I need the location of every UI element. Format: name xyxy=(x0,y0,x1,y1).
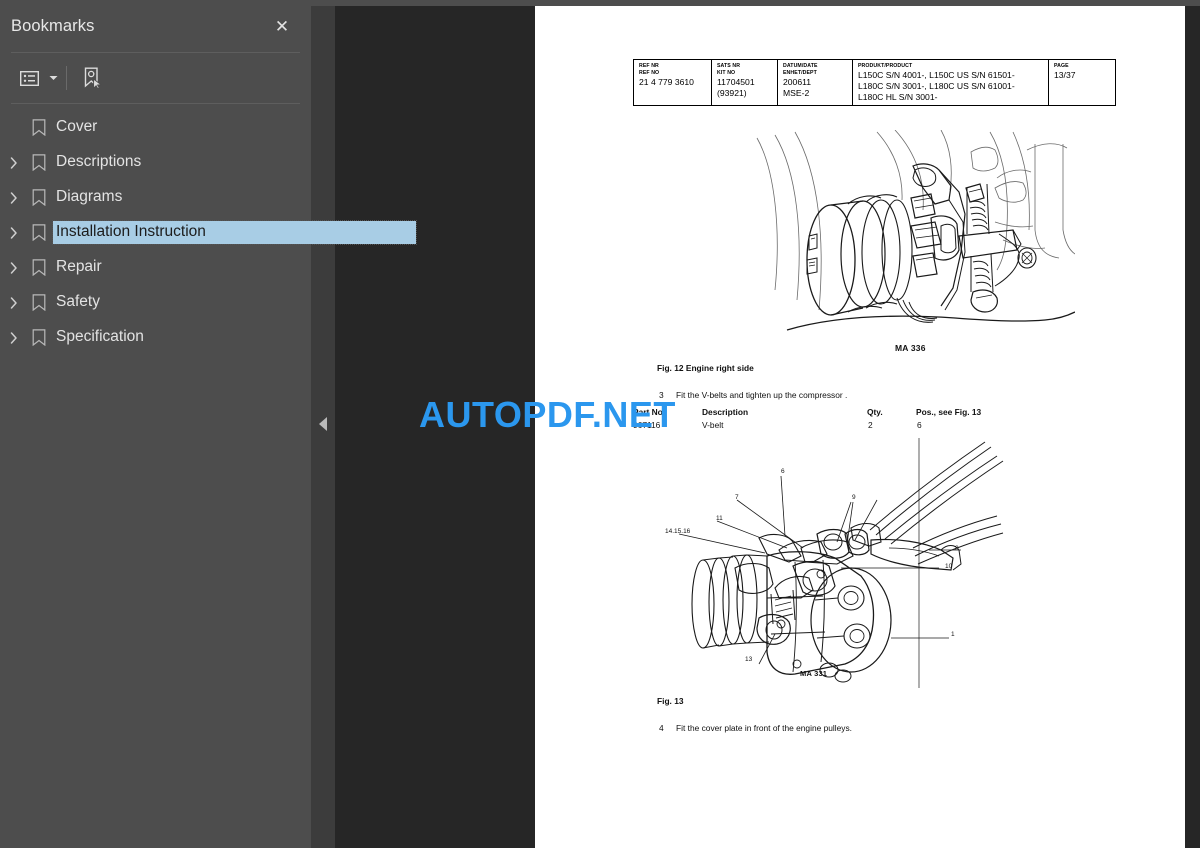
bookmark-item-label: Specification xyxy=(56,328,144,345)
parts-cell-part-no: 967116 xyxy=(633,420,661,430)
callout-1: 1 xyxy=(951,631,955,638)
header-label: PAGE xyxy=(1054,63,1069,69)
parts-header-pos: Pos., see Fig. 13 xyxy=(916,407,982,417)
close-icon[interactable]: ✕ xyxy=(269,13,295,39)
bookmark-item-diagrams[interactable]: Diagrams xyxy=(0,180,311,215)
bookmark-item-label: Cover xyxy=(56,118,98,135)
header-label: ENHET/DEPT xyxy=(783,70,817,76)
document-header-table: REF NR REF NO 21 4 779 3610 SATS NR KIT … xyxy=(633,59,1116,106)
header-label: SATS NR xyxy=(717,63,741,69)
header-value: 21 4 779 3610 xyxy=(639,77,694,87)
triangle-left-icon xyxy=(319,417,327,431)
chevron-right-icon[interactable] xyxy=(3,250,25,285)
bookmark-item-descriptions[interactable]: Descriptions xyxy=(0,145,311,180)
bookmarks-panel-title: Bookmarks xyxy=(11,16,95,35)
bookmark-icon xyxy=(25,285,53,320)
step-4-number: 4 xyxy=(659,723,664,733)
chevron-right-icon[interactable] xyxy=(3,145,25,180)
chevron-right-icon[interactable] xyxy=(3,215,25,250)
header-value: MSE-2 xyxy=(783,88,810,98)
header-cell-kit-no: SATS NR KIT NO 11704501 (93921) xyxy=(712,60,778,105)
header-label: REF NR xyxy=(639,63,659,69)
bookmarks-panel: Bookmarks ✕ Cover Descriptions Diagrams … xyxy=(0,0,417,848)
bookmark-icon xyxy=(25,320,53,355)
bookmark-item-label: Installation Instruction xyxy=(52,220,417,245)
header-label: KIT NO xyxy=(717,70,736,76)
pdf-viewer-window: Bookmarks ✕ Cover Descriptions Diagrams … xyxy=(0,0,1200,848)
header-value: (93921) xyxy=(717,88,747,98)
header-value: 200611 xyxy=(783,77,812,87)
parts-cell-pos: 6 xyxy=(917,420,922,430)
chevron-right-icon[interactable] xyxy=(3,180,25,215)
step-4-text: Fit the cover plate in front of the engi… xyxy=(676,723,852,733)
callout-7: 8 xyxy=(955,545,959,552)
header-value: 11704501 xyxy=(717,77,755,87)
callout-14-15-16: 14.15.16 xyxy=(665,528,691,535)
figure-12-code: MA 336 xyxy=(895,343,926,353)
callout-13: 13 xyxy=(745,656,753,663)
bookmark-item-label: Descriptions xyxy=(56,153,142,170)
figure-12-illustration xyxy=(745,130,1075,345)
bookmark-item-label: Diagrams xyxy=(56,188,123,205)
chevron-down-icon[interactable] xyxy=(46,62,60,94)
header-cell-ref-no: REF NR REF NO 21 4 779 3610 xyxy=(634,60,712,105)
callout-10: 10 xyxy=(945,563,953,570)
toolbar-separator xyxy=(66,66,67,90)
bookmark-icon xyxy=(25,250,53,285)
bookmark-icon xyxy=(25,180,53,215)
header-label: REF NO xyxy=(639,70,660,76)
parts-header-part-no: Part No. xyxy=(633,407,666,417)
step-3-text: Fit the V-belts and tighten up the compr… xyxy=(676,390,848,400)
header-value: L150C S/N 4001-, L150C US S/N 61501- xyxy=(858,70,1015,80)
callout-11: 11 xyxy=(716,515,723,522)
step-3-number: 3 xyxy=(659,390,664,400)
bookmark-item-label: Repair xyxy=(56,258,102,275)
header-label: DATUM/DATE xyxy=(783,63,818,69)
header-cell-product: PRODUKT/PRODUCT L150C S/N 4001-, L150C U… xyxy=(853,60,1049,105)
header-value: 13/37 xyxy=(1054,70,1076,80)
bookmark-item-installation-instruction[interactable]: Installation Instruction xyxy=(0,215,417,250)
bookmark-item-label: Safety xyxy=(56,293,100,310)
parts-cell-description: V-belt xyxy=(702,420,724,430)
chevron-right-icon[interactable] xyxy=(3,320,25,355)
parts-header-qty: Qty. xyxy=(867,407,883,417)
header-value: L180C HL S/N 3001- xyxy=(858,92,938,102)
header-label: PRODUKT/PRODUCT xyxy=(858,63,913,69)
bookmark-item-cover[interactable]: Cover xyxy=(0,110,311,145)
bookmark-pointer-icon[interactable] xyxy=(76,62,110,94)
bookmark-icon xyxy=(25,110,53,145)
parts-header-description: Description xyxy=(702,407,749,417)
figure-13-code: MA 331 xyxy=(800,669,828,678)
callout-9: 9 xyxy=(852,494,856,501)
bookmarks-toolbar xyxy=(0,53,311,103)
bookmarks-panel-header: Bookmarks ✕ xyxy=(0,0,311,52)
list-options-icon[interactable] xyxy=(12,62,46,94)
window-top-strip xyxy=(0,0,1200,6)
figure-13-illustration xyxy=(675,438,1005,688)
header-value: L180C S/N 3001-, L180C US S/N 61001- xyxy=(858,81,1015,91)
bookmark-item-specification[interactable]: Specification xyxy=(0,320,311,355)
document-viewer[interactable]: REF NR REF NO 21 4 779 3610 SATS NR KIT … xyxy=(335,0,1200,848)
callout-8: 7 xyxy=(735,494,739,501)
bookmark-item-repair[interactable]: Repair xyxy=(0,250,311,285)
panel-collapse-handle[interactable] xyxy=(311,0,335,848)
bookmark-spacer xyxy=(3,110,25,145)
callout-6: 6 xyxy=(781,468,785,475)
header-cell-date-dept: DATUM/DATE ENHET/DEPT 200611 MSE-2 xyxy=(778,60,853,105)
bookmark-item-safety[interactable]: Safety xyxy=(0,285,311,320)
bookmarks-tree: Cover Descriptions Diagrams Installation In… xyxy=(0,104,417,355)
bookmark-icon xyxy=(25,145,53,180)
parts-cell-qty: 2 xyxy=(868,420,873,430)
header-cell-page: PAGE 13/37 xyxy=(1049,60,1115,105)
chevron-right-icon[interactable] xyxy=(3,285,25,320)
bookmark-icon xyxy=(25,215,53,250)
figure-13-caption: Fig. 13 xyxy=(657,696,684,706)
pdf-page: REF NR REF NO 21 4 779 3610 SATS NR KIT … xyxy=(535,6,1185,848)
figure-12-caption: Fig. 12 Engine right side xyxy=(657,363,754,373)
